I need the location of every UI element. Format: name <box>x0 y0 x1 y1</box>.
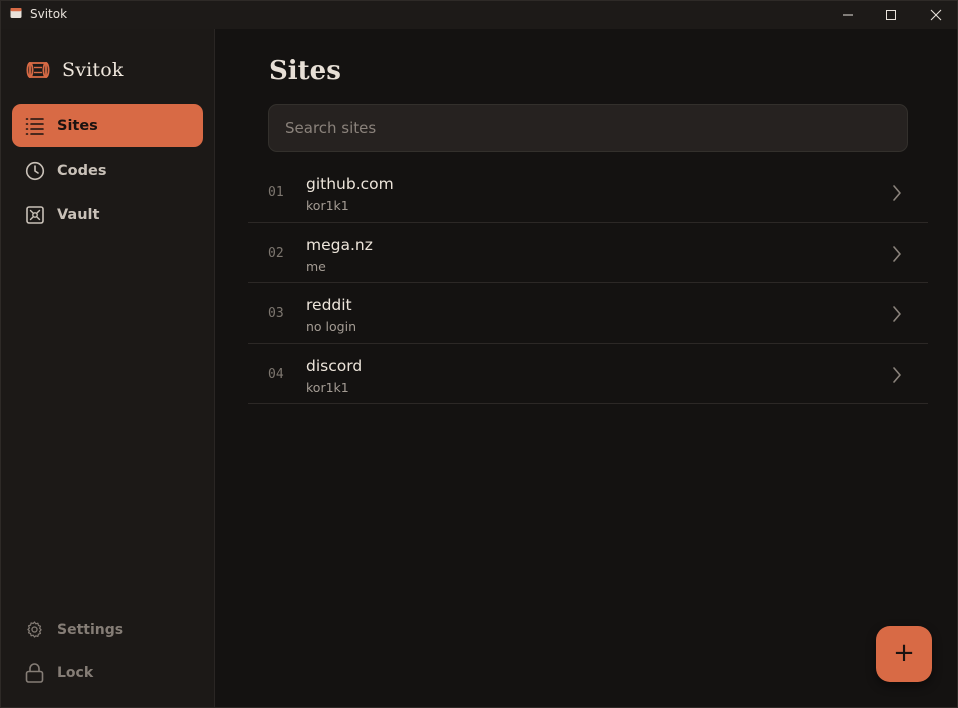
sidebar-item-settings[interactable]: Settings <box>25 620 123 639</box>
maximize-button[interactable] <box>868 1 914 29</box>
add-site-button[interactable]: + <box>876 626 932 682</box>
site-login: me <box>306 258 326 274</box>
minimize-button[interactable] <box>825 1 871 29</box>
clock-icon <box>25 161 45 180</box>
chevron-right-icon <box>893 366 901 383</box>
app-window: Svitok Svitok Sites Codes Vault Settings… <box>0 0 958 708</box>
chevron-right-icon <box>893 245 901 262</box>
site-row-reddit[interactable]: 03 reddit no login <box>248 283 928 344</box>
window-title: Svitok <box>30 7 68 21</box>
sidebar-item-lock[interactable]: Lock <box>25 663 93 683</box>
site-name: reddit <box>306 296 352 314</box>
chevron-right-icon <box>893 185 901 201</box>
app-icon <box>10 8 22 18</box>
site-login: kor1k1 <box>306 379 349 395</box>
site-name: mega.nz <box>306 235 373 254</box>
main-content: Sites 01 github.com kor1k1 02 mega.nz me… <box>216 29 958 707</box>
lock-icon <box>25 663 44 683</box>
site-number: 02 <box>268 245 284 261</box>
vault-icon <box>26 205 44 224</box>
site-row-discord[interactable]: 04 discord kor1k1 <box>248 344 928 404</box>
sidebar-item-label: Vault <box>57 206 100 223</box>
minimize-icon <box>843 14 853 16</box>
site-number: 03 <box>268 306 284 321</box>
sidebar-item-label: Lock <box>57 665 94 681</box>
site-number: 01 <box>268 185 284 200</box>
list-icon <box>25 117 44 135</box>
site-login: kor1k1 <box>306 198 349 213</box>
sidebar-item-sites[interactable]: Sites <box>12 104 203 147</box>
search-input[interactable] <box>268 104 908 152</box>
chevron-right-icon <box>893 306 901 322</box>
sidebar-item-label: Codes <box>57 162 107 179</box>
sidebar-item-label: Settings <box>57 621 124 638</box>
site-number: 04 <box>268 366 284 382</box>
sidebar-item-label: Sites <box>57 117 98 134</box>
scroll-icon <box>26 62 50 78</box>
close-button[interactable] <box>913 1 958 29</box>
brand-name: Svitok <box>62 59 124 81</box>
site-name: github.com <box>306 175 394 193</box>
sidebar-item-vault[interactable]: Vault <box>12 193 203 236</box>
site-row-github[interactable]: 01 github.com kor1k1 <box>248 162 928 223</box>
brand: Svitok <box>26 59 124 81</box>
title-bar: Svitok <box>1 1 957 29</box>
site-list: 01 github.com kor1k1 02 mega.nz me 03 re… <box>248 162 928 404</box>
page-title: Sites <box>269 56 341 86</box>
sidebar: Svitok Sites Codes Vault Settings Lock <box>1 29 215 707</box>
site-row-mega[interactable]: 02 mega.nz me <box>248 223 928 283</box>
gear-icon <box>27 621 42 638</box>
sidebar-item-codes[interactable]: Codes <box>12 149 203 192</box>
site-login: no login <box>306 319 356 334</box>
site-name: discord <box>306 356 363 375</box>
plus-icon: + <box>893 638 915 668</box>
maximize-icon <box>886 10 896 20</box>
close-icon <box>930 9 942 21</box>
